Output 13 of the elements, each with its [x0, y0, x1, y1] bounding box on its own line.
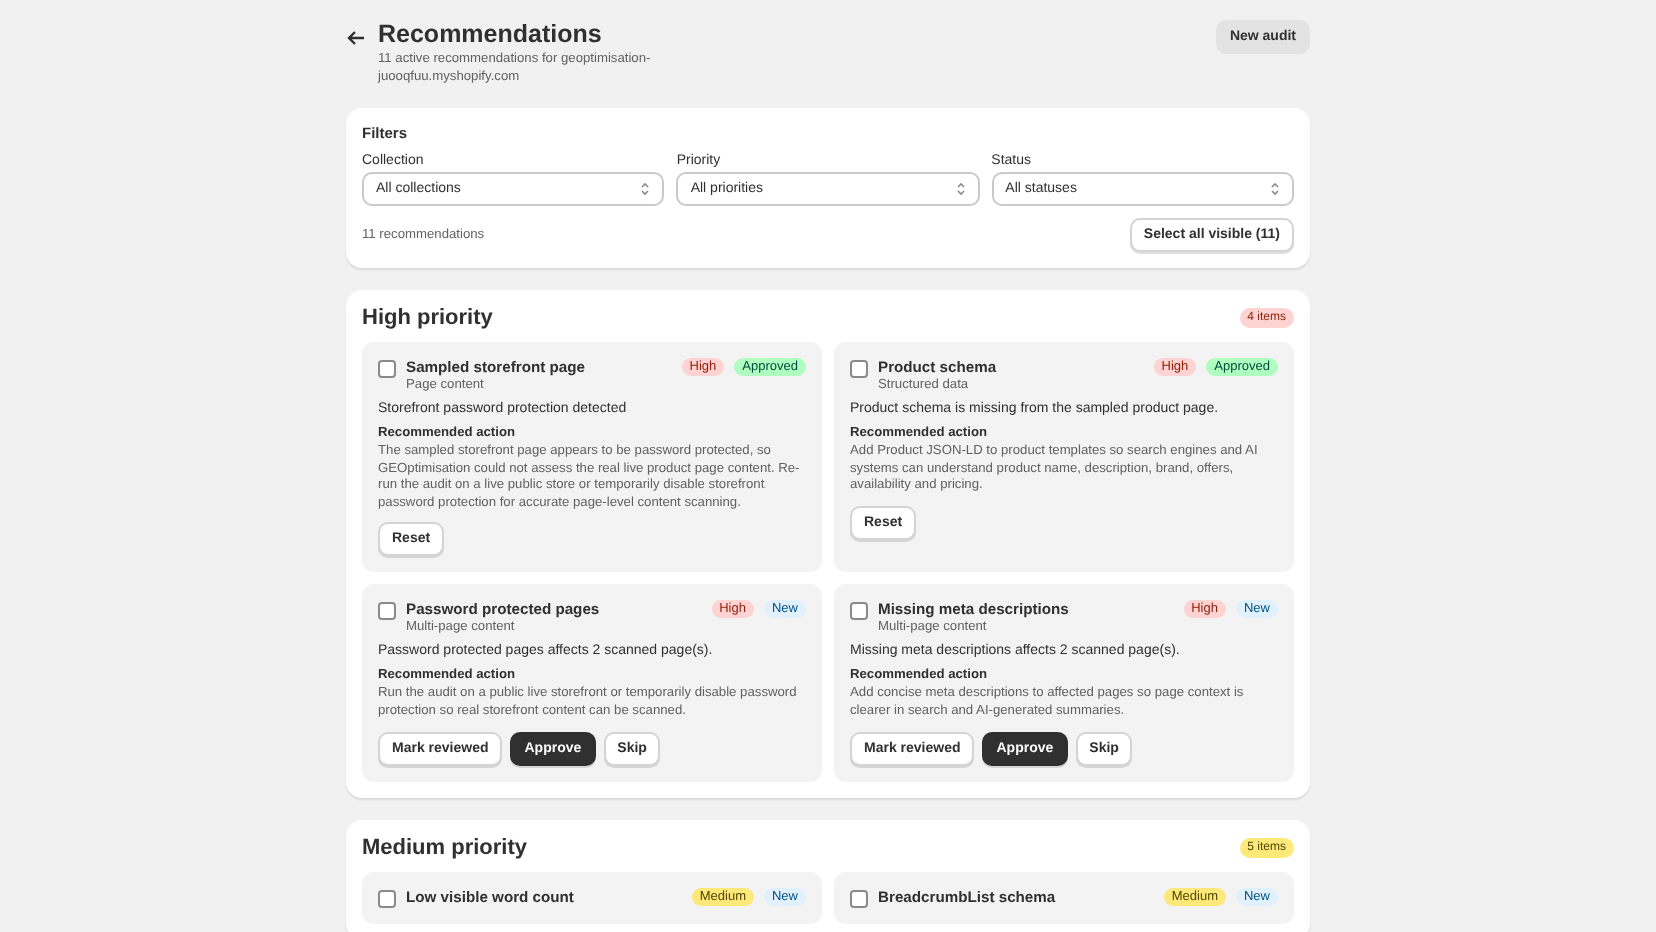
chevron-up-down-icon: [955, 182, 966, 197]
checkbox[interactable]: [850, 602, 868, 621]
section-title: High priority: [362, 306, 493, 331]
checkbox[interactable]: [378, 889, 396, 907]
back-arrow-icon[interactable]: [346, 28, 366, 48]
page-title: Recommendations: [378, 20, 604, 48]
checkbox[interactable]: [850, 360, 868, 379]
checkbox[interactable]: [378, 360, 396, 379]
chevron-up-down-icon: [1269, 182, 1280, 197]
checkbox[interactable]: [850, 889, 868, 907]
chevron-up-down-icon: [640, 182, 651, 197]
checkbox[interactable]: [378, 602, 396, 621]
section-title: Medium priority: [362, 835, 528, 859]
